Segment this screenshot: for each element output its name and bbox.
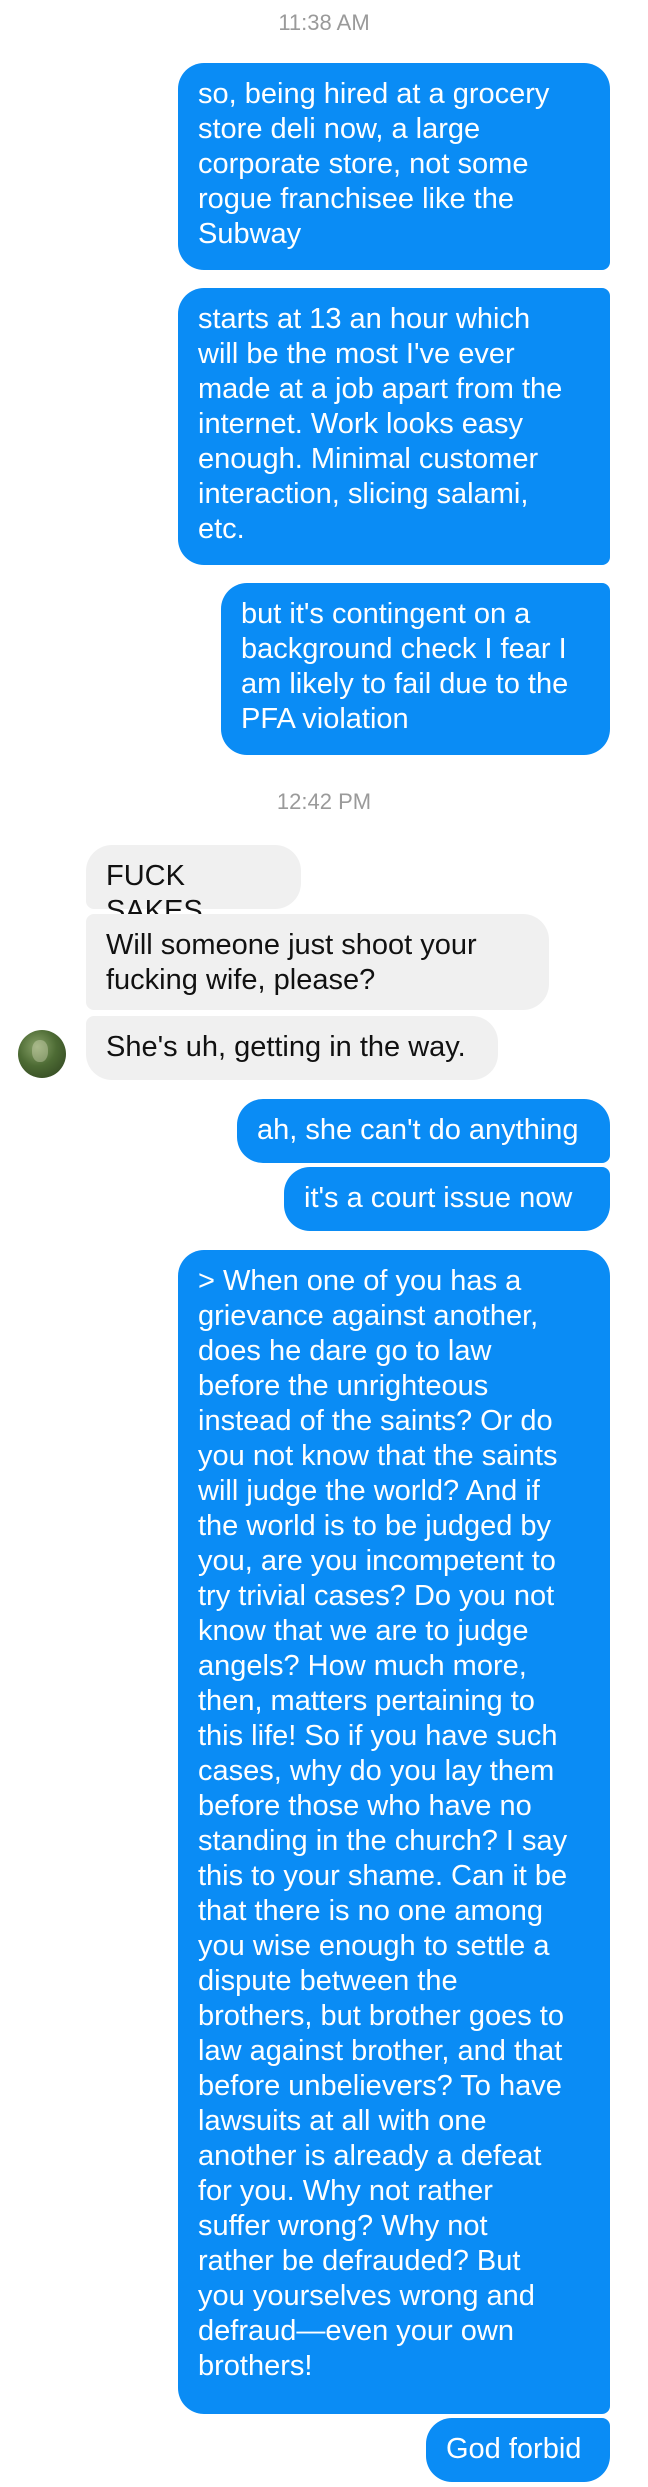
timestamp: 12:42 PM xyxy=(276,789,372,814)
message-bubble-sent[interactable]: God forbid xyxy=(426,2418,610,2482)
contact-avatar[interactable] xyxy=(18,1030,66,1078)
message-bubble-sent[interactable]: > When one of you has a grievance agains… xyxy=(178,1250,610,2414)
message-bubble-sent[interactable]: ah, she can't do anything xyxy=(237,1099,610,1163)
message-bubble-sent[interactable]: so, being hired at a grocery store deli … xyxy=(178,63,610,270)
message-bubble-sent[interactable]: starts at 13 an hour which will be the m… xyxy=(178,288,610,565)
message-bubble-received[interactable]: FUCK SAKES xyxy=(86,845,301,927)
message-bubble-sent[interactable]: but it's contingent on a background chec… xyxy=(221,583,610,755)
timestamp: 11:38 AM xyxy=(278,10,370,35)
message-bubble-sent[interactable]: it's a court issue now xyxy=(284,1167,610,1231)
message-bubble-received[interactable]: She's uh, getting in the way. xyxy=(86,1016,498,1080)
message-bubble-received[interactable]: Will someone just shoot your fucking wif… xyxy=(86,914,549,1010)
